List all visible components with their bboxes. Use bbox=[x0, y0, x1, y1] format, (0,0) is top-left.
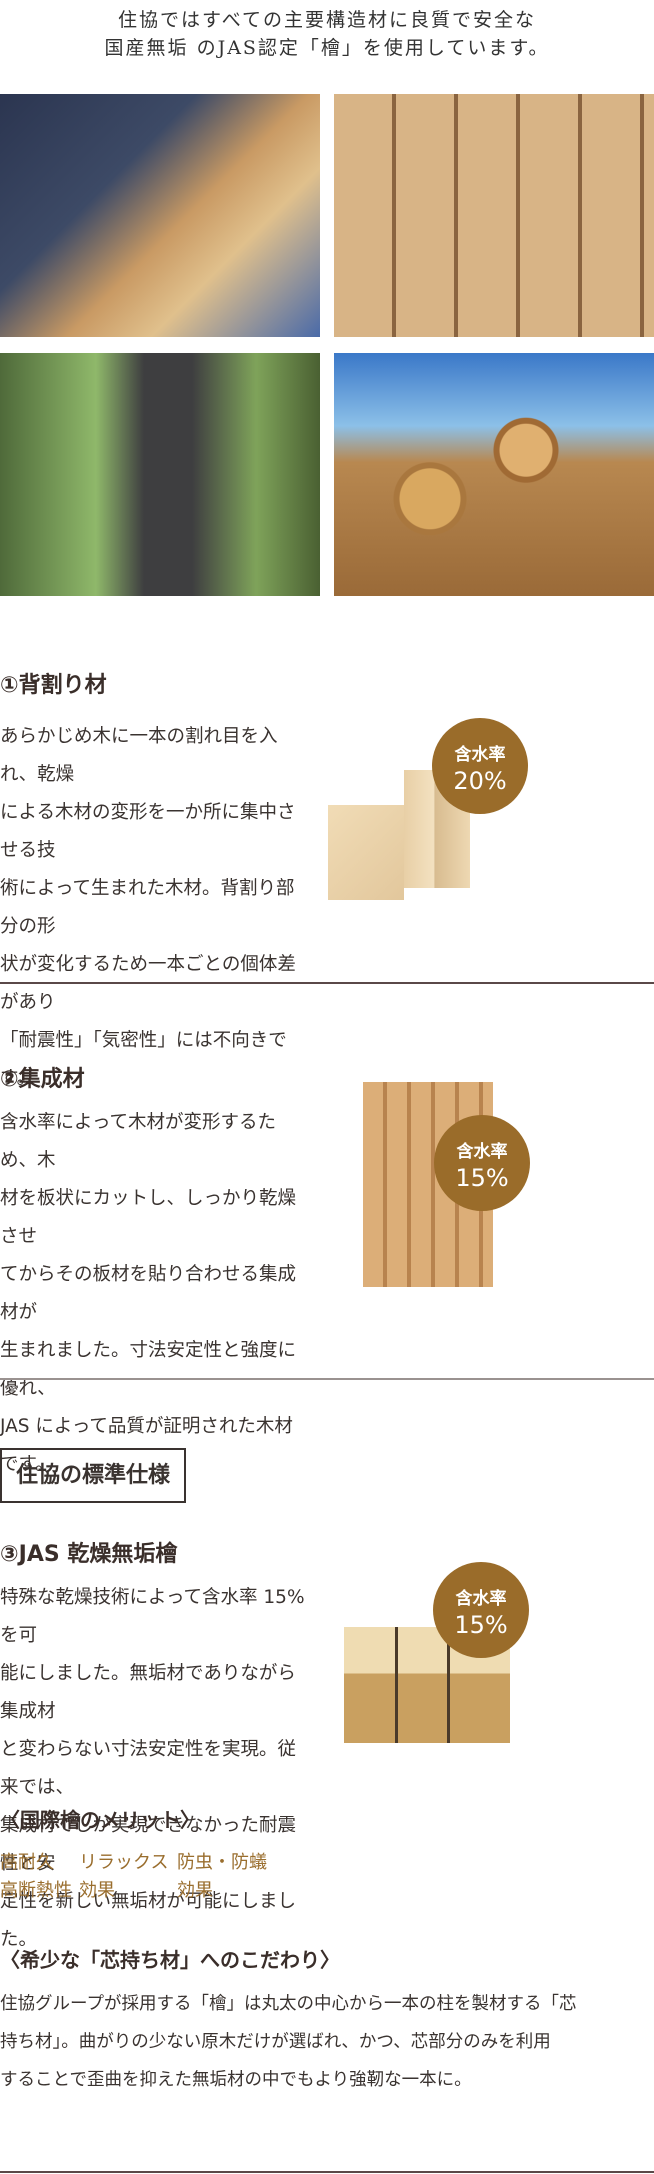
post-gap bbox=[395, 1627, 398, 1743]
section-divider bbox=[0, 982, 654, 984]
intro-text: 住協ではすべての主要構造材に良質で安全な 国産無垢 のJAS認定「檜」を使用して… bbox=[0, 6, 654, 62]
merit-title: 〈国際檜のメリット〉 bbox=[0, 1808, 200, 1832]
kodawari-body: 住協グループが採用する「檜」は丸太の中心から一本の柱を製材する「芯 持ち材」。曲… bbox=[0, 1985, 654, 2099]
merit-item: 防虫・防蟻 効果 bbox=[177, 1852, 267, 1901]
intro-line: 住協ではすべての主要構造材に良質で安全な bbox=[118, 9, 536, 31]
moisture-badge: 含水率 20% bbox=[432, 718, 528, 814]
body-line: 術によって生まれた木材。背割り部分の形 bbox=[0, 878, 295, 937]
section-body-shuseizai: 含水率によって木材が変形するため、木 材を板状にカットし、しっかり乾燥させ てか… bbox=[0, 1104, 310, 1484]
merit-item: 高耐久 高断熱性 bbox=[0, 1852, 72, 1901]
body-line: と変わらない寸法安定性を実現。従来では、 bbox=[0, 1739, 297, 1798]
intro-line: 国産無垢 のJAS認定「檜」を使用しています。 bbox=[104, 37, 550, 59]
body-line: による木材の変形を一か所に集中させる技 bbox=[0, 802, 296, 861]
body-line: 特殊な乾燥技術によって含水率 15%を可 bbox=[0, 1587, 305, 1646]
standard-spec-label: 住協の標準仕様 bbox=[0, 1448, 186, 1503]
section-title-shuseizai: ②集成材 bbox=[0, 1067, 85, 1092]
body-line: 能にしました。無垢材でありながら集成材 bbox=[0, 1663, 296, 1722]
body-line: てからその板材を貼り合わせる集成材が bbox=[0, 1264, 297, 1323]
moisture-badge: 含水率 15% bbox=[434, 1115, 530, 1211]
moisture-badge: 含水率 15% bbox=[433, 1562, 529, 1658]
factory-worker-photo bbox=[0, 94, 320, 337]
body-line: 生まれました。寸法安定性と強度に優れ、 bbox=[0, 1340, 297, 1399]
body-line: 材を板状にカットし、しっかり乾燥させ bbox=[0, 1188, 297, 1247]
section-divider bbox=[0, 2171, 654, 2173]
body-line: 持ち材」。曲がりの少ない原木だけが選ばれ、かつ、芯部分のみを利用 bbox=[0, 2032, 551, 2052]
body-line: 住協グループが採用する「檜」は丸太の中心から一本の柱を製材する「芯 bbox=[0, 1994, 577, 2014]
forester-chainsaw-photo bbox=[0, 353, 320, 596]
body-line: することで歪曲を抑えた無垢材の中でもより強靭な一本に。 bbox=[0, 2070, 472, 2090]
section-title-sewari: ①背割り材 bbox=[0, 673, 107, 698]
lumber-stack-photo bbox=[334, 94, 654, 337]
sewari-wood-image bbox=[328, 805, 404, 900]
body-line: あらかじめ木に一本の割れ目を入れ、乾燥 bbox=[0, 726, 278, 785]
kodawari-title: 〈希少な「芯持ち材」へのこだわり〉 bbox=[0, 1948, 340, 1972]
section-divider bbox=[0, 1378, 654, 1380]
merit-item: リラックス 効果 bbox=[79, 1852, 169, 1901]
body-line: 状が変化するため一本ごとの個体差があり bbox=[0, 954, 296, 1013]
section-body-sewari: あらかじめ木に一本の割れ目を入れ、乾燥 による木材の変形を一か所に集中させる技 … bbox=[0, 718, 310, 1098]
section-title-jas-hinoki: ③JAS 乾燥無垢檜 bbox=[0, 1542, 178, 1567]
log-pile-photo bbox=[334, 353, 654, 596]
body-line: 含水率によって木材が変形するため、木 bbox=[0, 1112, 277, 1171]
